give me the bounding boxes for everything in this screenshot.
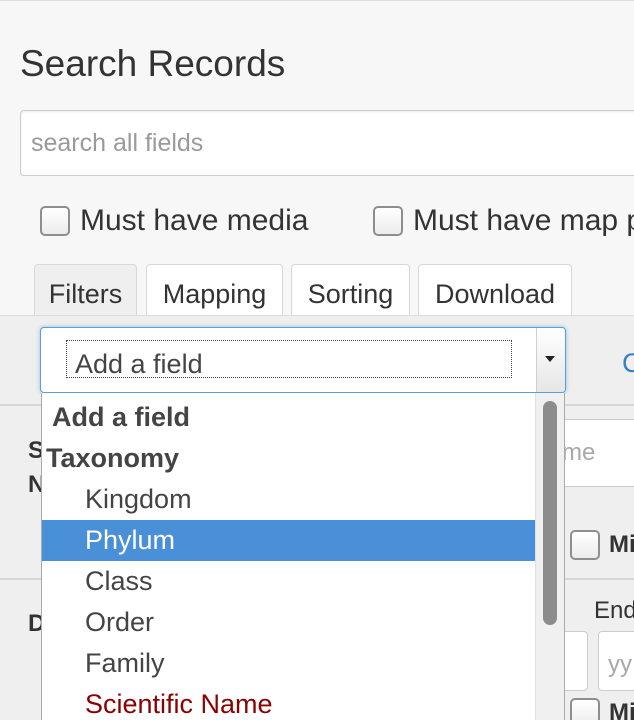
dropdown-option-family[interactable]: Family	[42, 643, 537, 684]
page-title: Search Records	[20, 43, 286, 84]
missing-option-1[interactable]: Mi	[570, 530, 634, 560]
dropdown-option-kingdom[interactable]: Kingdom	[42, 479, 537, 520]
tab-filters[interactable]: Filters	[34, 264, 137, 316]
tab-download[interactable]: Download	[418, 264, 572, 316]
dropdown-scrollbar[interactable]	[535, 393, 564, 720]
date-placeholder-fragment: yy	[608, 651, 632, 678]
dropdown-option-order[interactable]: Order	[42, 602, 537, 643]
must-have-media-label: Must have media	[80, 204, 309, 237]
search-all-fields-input[interactable]	[20, 110, 634, 176]
dropdown-option-scientific-name[interactable]: Scientific Name	[42, 684, 537, 720]
tab-sorting[interactable]: Sorting	[291, 264, 410, 316]
dropdown-option-add-a-field[interactable]: Add a field	[42, 397, 537, 438]
add-field-select[interactable]: Add a field	[40, 327, 566, 393]
clear-link-fragment[interactable]: C	[622, 350, 634, 377]
missing-option-2[interactable]: Mi	[570, 698, 634, 720]
dropdown-option-phylum[interactable]: Phylum	[42, 520, 537, 561]
must-have-map-option[interactable]: Must have map p	[373, 204, 634, 238]
must-have-map-checkbox[interactable]	[373, 206, 403, 236]
missing-checkbox[interactable]	[570, 698, 600, 720]
select-value: Add a field	[75, 349, 203, 379]
tab-mapping[interactable]: Mapping	[146, 264, 283, 316]
must-have-map-label: Must have map p	[413, 204, 634, 237]
dropdown-option-class[interactable]: Class	[42, 561, 537, 602]
dropdown-scrollbar-thumb[interactable]	[543, 401, 557, 625]
add-field-dropdown: Add a field Taxonomy Kingdom Phylum Clas…	[41, 393, 565, 720]
end-label-fragment: End	[594, 597, 634, 624]
chevron-down-icon[interactable]	[536, 328, 565, 392]
missing-label: Mi	[609, 531, 634, 558]
missing-label: Mi	[609, 699, 634, 720]
search-records-page: Search Records Must have media Must have…	[0, 0, 634, 720]
must-have-media-option[interactable]: Must have media	[40, 204, 308, 238]
missing-checkbox[interactable]	[570, 530, 600, 560]
must-have-media-checkbox[interactable]	[40, 206, 70, 236]
name-placeholder-fragment: me	[562, 439, 596, 466]
dropdown-group-taxonomy: Taxonomy	[46, 443, 180, 473]
